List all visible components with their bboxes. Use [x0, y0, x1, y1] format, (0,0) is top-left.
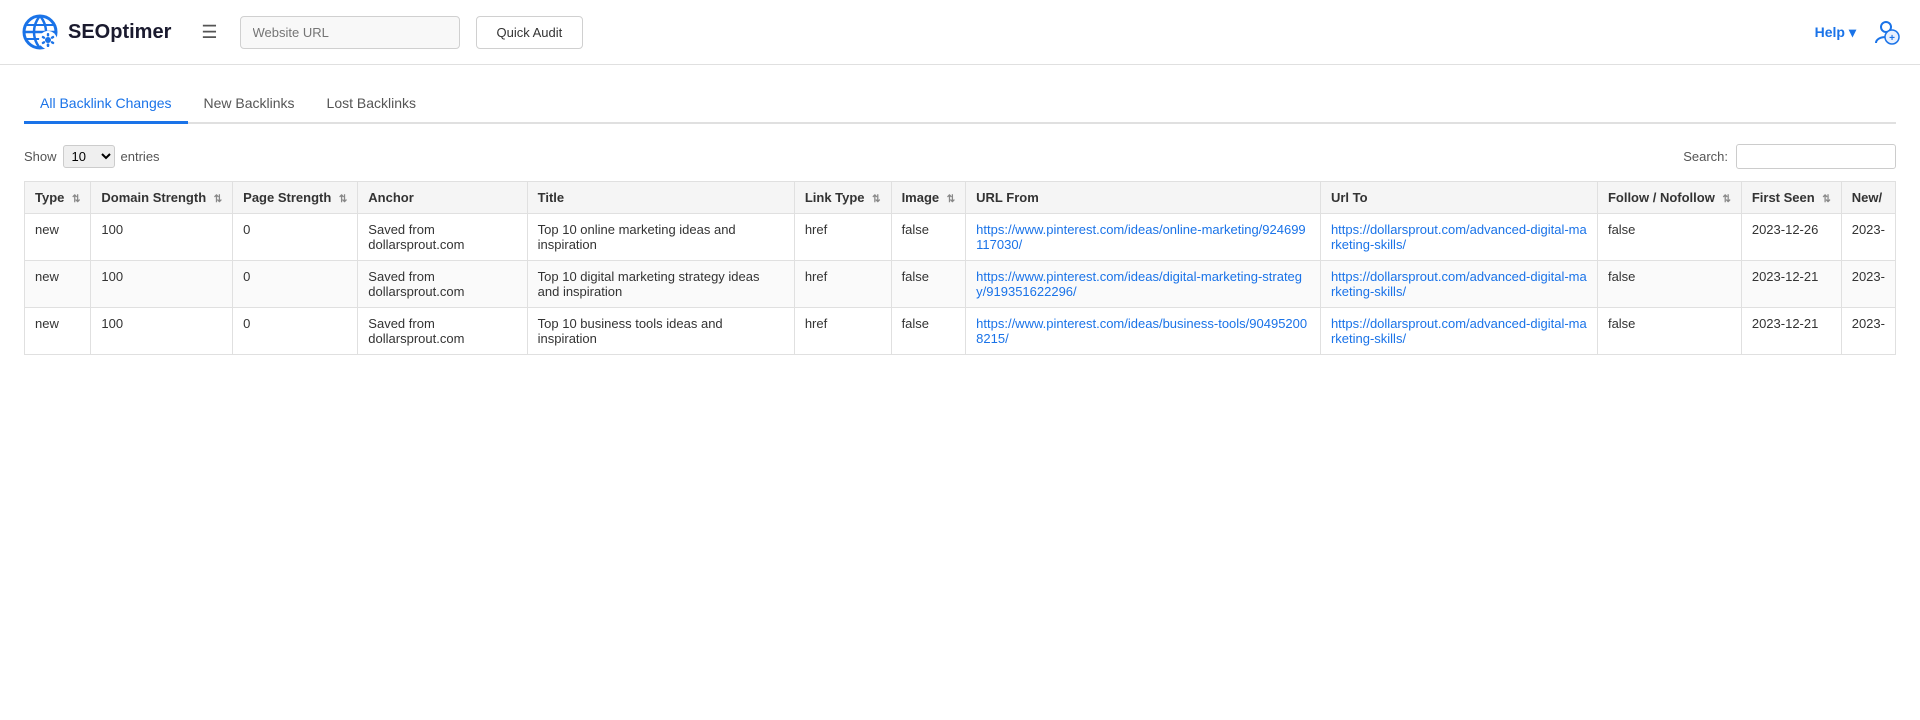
col-url-to: Url To [1320, 182, 1597, 214]
cell-page-strength: 0 [233, 214, 358, 261]
table-header: Type ⇅ Domain Strength ⇅ Page Strength ⇅… [25, 182, 1896, 214]
cell-link-type: href [794, 214, 891, 261]
cell-domain-strength: 100 [91, 261, 233, 308]
sort-icon-image: ⇅ [947, 194, 955, 205]
tabs-container: All Backlink Changes New Backlinks Lost … [24, 85, 1896, 124]
backlinks-table: Type ⇅ Domain Strength ⇅ Page Strength ⇅… [24, 181, 1896, 355]
col-url-from: URL From [966, 182, 1321, 214]
cell-type: new [25, 214, 91, 261]
cell-image: false [891, 214, 966, 261]
table-row: new 100 0 Saved from dollarsprout.com To… [25, 308, 1896, 355]
sort-icon-follow: ⇅ [1722, 194, 1730, 205]
col-image[interactable]: Image ⇅ [891, 182, 966, 214]
cell-url-to[interactable]: https://dollarsprout.com/advanced-digita… [1320, 308, 1597, 355]
user-icon: + [1872, 17, 1900, 45]
cell-url-from[interactable]: https://www.pinterest.com/ideas/online-m… [966, 214, 1321, 261]
cell-image: false [891, 261, 966, 308]
cell-anchor: Saved from dollarsprout.com [358, 308, 527, 355]
cell-image: false [891, 308, 966, 355]
cell-anchor: Saved from dollarsprout.com [358, 261, 527, 308]
entries-label: entries [121, 149, 160, 164]
table-body: new 100 0 Saved from dollarsprout.com To… [25, 214, 1896, 355]
cell-first-seen: 2023-12-21 [1741, 261, 1841, 308]
col-anchor: Anchor [358, 182, 527, 214]
cell-link-type: href [794, 308, 891, 355]
cell-url-to[interactable]: https://dollarsprout.com/advanced-digita… [1320, 214, 1597, 261]
sort-icon-domain: ⇅ [214, 194, 222, 205]
svg-text:+: + [1889, 33, 1895, 44]
cell-title: Top 10 business tools ideas and inspirat… [527, 308, 794, 355]
cell-first-seen: 2023-12-21 [1741, 308, 1841, 355]
help-button[interactable]: Help ▾ [1815, 24, 1856, 41]
cell-link-type: href [794, 261, 891, 308]
quick-audit-button[interactable]: Quick Audit [476, 16, 584, 49]
search-area: Search: [1683, 144, 1896, 169]
col-new: New/ [1841, 182, 1895, 214]
col-link-type[interactable]: Link Type ⇅ [794, 182, 891, 214]
cell-page-strength: 0 [233, 261, 358, 308]
cell-url-from[interactable]: https://www.pinterest.com/ideas/business… [966, 308, 1321, 355]
show-label: Show [24, 149, 57, 164]
table-row: new 100 0 Saved from dollarsprout.com To… [25, 214, 1896, 261]
cell-title: Top 10 online marketing ideas and inspir… [527, 214, 794, 261]
col-type[interactable]: Type ⇅ [25, 182, 91, 214]
cell-type: new [25, 261, 91, 308]
tab-all-backlink-changes[interactable]: All Backlink Changes [24, 85, 188, 124]
tab-new-backlinks[interactable]: New Backlinks [188, 85, 311, 124]
cell-follow-nofollow: false [1597, 214, 1741, 261]
show-entries-area: Show 10 25 50 100 entries [24, 145, 160, 168]
sort-icon-linktype: ⇅ [872, 194, 880, 205]
cell-anchor: Saved from dollarsprout.com [358, 214, 527, 261]
logo-area: SEOptimer [20, 12, 171, 52]
search-label: Search: [1683, 149, 1728, 164]
hamburger-button[interactable]: ☰ [195, 16, 223, 49]
sort-icon-firstseen: ⇅ [1822, 194, 1830, 205]
col-follow-nofollow[interactable]: Follow / Nofollow ⇅ [1597, 182, 1741, 214]
header-right: Help ▾ + [1815, 17, 1900, 48]
website-url-input[interactable] [240, 16, 460, 49]
cell-new: 2023- [1841, 308, 1895, 355]
table-controls: Show 10 25 50 100 entries Search: [24, 144, 1896, 169]
logo-text: SEOptimer [68, 21, 171, 44]
table-row: new 100 0 Saved from dollarsprout.com To… [25, 261, 1896, 308]
search-input[interactable] [1736, 144, 1896, 169]
sort-icon-page: ⇅ [339, 194, 347, 205]
header: SEOptimer ☰ Quick Audit Help ▾ + [0, 0, 1920, 65]
sort-icon-type: ⇅ [72, 194, 80, 205]
cell-url-from[interactable]: https://www.pinterest.com/ideas/digital-… [966, 261, 1321, 308]
cell-domain-strength: 100 [91, 308, 233, 355]
user-icon-button[interactable]: + [1872, 17, 1900, 48]
tab-lost-backlinks[interactable]: Lost Backlinks [311, 85, 432, 124]
cell-page-strength: 0 [233, 308, 358, 355]
entries-select[interactable]: 10 25 50 100 [63, 145, 115, 168]
cell-title: Top 10 digital marketing strategy ideas … [527, 261, 794, 308]
cell-follow-nofollow: false [1597, 261, 1741, 308]
cell-domain-strength: 100 [91, 214, 233, 261]
cell-first-seen: 2023-12-26 [1741, 214, 1841, 261]
logo-icon [20, 12, 60, 52]
cell-new: 2023- [1841, 261, 1895, 308]
col-title: Title [527, 182, 794, 214]
cell-url-to[interactable]: https://dollarsprout.com/advanced-digita… [1320, 261, 1597, 308]
col-first-seen[interactable]: First Seen ⇅ [1741, 182, 1841, 214]
main-content: All Backlink Changes New Backlinks Lost … [0, 65, 1920, 375]
col-page-strength[interactable]: Page Strength ⇅ [233, 182, 358, 214]
cell-type: new [25, 308, 91, 355]
cell-follow-nofollow: false [1597, 308, 1741, 355]
col-domain-strength[interactable]: Domain Strength ⇅ [91, 182, 233, 214]
cell-new: 2023- [1841, 214, 1895, 261]
